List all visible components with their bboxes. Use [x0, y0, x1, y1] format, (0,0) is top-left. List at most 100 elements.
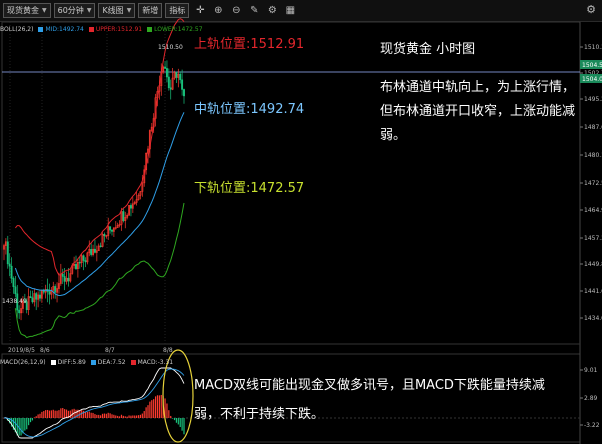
candle-body	[103, 234, 106, 237]
macd-bar	[60, 408, 62, 418]
candle-body	[29, 296, 32, 299]
macd-bar	[107, 412, 109, 418]
commentary: 现货黄金 小时图 布林通道中轨向上，为上涨行情， 但布林通道开口收窄，上涨动能减…	[380, 38, 575, 148]
macd-bar	[109, 413, 111, 418]
candle-body	[122, 211, 125, 221]
lower-band-annotation: 下轨位置:1472.57	[194, 181, 305, 196]
macd-bar	[173, 418, 176, 421]
commentary-line-2: 但布林通道开口收窄，上涨动能减	[380, 104, 576, 119]
macd-tick-label: 2.89	[584, 395, 598, 402]
price-tick-label: 1472.55	[584, 180, 602, 187]
boll-legend-name: BOLL(26,2)	[0, 26, 34, 33]
macd-bar	[153, 399, 155, 418]
macd-bar	[62, 408, 64, 418]
macd-bar	[170, 415, 172, 418]
macd-bar	[96, 414, 98, 418]
candle-body	[99, 245, 102, 247]
macd-bar	[179, 418, 181, 428]
macd-bar	[130, 415, 132, 418]
candle-body	[35, 293, 38, 300]
macd-bar	[101, 413, 104, 418]
candle-body	[167, 76, 170, 89]
macd-bar	[175, 418, 178, 423]
candle-body	[67, 277, 70, 282]
price-tick-label: 1510.30	[584, 44, 602, 51]
macd-bar	[56, 410, 58, 418]
macd-legend-diff: DIFF:5.89	[50, 359, 86, 366]
macd-bar	[24, 418, 26, 431]
candle-body	[18, 309, 21, 314]
candle-body	[63, 276, 66, 282]
macd-bar	[98, 414, 100, 418]
macd-bar	[118, 416, 121, 418]
macd-bar	[168, 410, 170, 418]
date-tick-label: 8/7	[105, 347, 115, 354]
macd-bar	[172, 418, 174, 419]
candle-body	[164, 66, 167, 69]
price-tag-1-label: 1504.50	[582, 62, 602, 69]
macd-bar	[69, 410, 71, 418]
macd-bar	[33, 417, 35, 418]
macd-bar	[151, 400, 153, 418]
candle-body	[179, 73, 182, 81]
macd-bar	[52, 409, 54, 418]
macd-commentary-line-1: MACD双线可能出现金叉做多讯号，且MACD下跌能量持续减	[194, 378, 545, 393]
macd-bar	[22, 418, 24, 434]
mid-band-annotation: 中轨位置:1492.74	[194, 102, 305, 117]
macd-bar	[177, 418, 179, 425]
macd-commentary-line-2: 弱，不利于持续下跌。	[194, 407, 325, 422]
macd-legend-name: MACD(26,12,9)	[0, 359, 46, 366]
macd-bar	[41, 411, 43, 418]
macd-bar	[126, 416, 128, 418]
boll-legend-mid: MID:1492.74	[38, 26, 84, 33]
candle-body	[175, 72, 178, 78]
candle-body	[48, 291, 51, 295]
candle-body	[6, 241, 9, 265]
macd-bar	[28, 418, 30, 426]
macd-commentary: MACD双线可能出现金叉做多讯号，且MACD下跌能量持续减 弱，不利于持续下跌。	[194, 371, 545, 429]
commentary-line-1: 布林通道中轨向上，为上涨行情，	[380, 80, 576, 95]
macd-bar	[158, 395, 160, 418]
candle-body	[54, 286, 57, 293]
date-tick-label: 2019/8/5	[8, 347, 35, 354]
macd-bar	[160, 394, 162, 418]
macd-bar	[29, 418, 32, 423]
macd-bar	[124, 416, 126, 418]
candle-body	[169, 87, 172, 90]
candle-body	[111, 229, 113, 232]
candle-body	[78, 262, 81, 264]
macd-legend-macd: MACD:-3.31	[130, 359, 173, 366]
candle-body	[165, 68, 168, 78]
candle-body	[8, 263, 11, 267]
candle-body	[12, 278, 15, 288]
candle-body	[109, 226, 112, 231]
price-tag-2-label: 1504.00	[582, 76, 602, 83]
low-price-label: 1438.49	[2, 298, 27, 305]
price-tick-label: 1457.35	[584, 235, 602, 242]
candle-body	[14, 286, 17, 295]
candle-body	[10, 265, 13, 279]
macd-bar	[48, 410, 51, 418]
macd-bar	[103, 413, 106, 418]
candle-body	[39, 294, 41, 299]
macd-bar	[145, 407, 147, 418]
macd-bar	[141, 413, 143, 418]
macd-bar	[86, 411, 88, 418]
macd-bar	[166, 403, 168, 418]
macd-bar	[139, 414, 142, 418]
date-tick-label: 8/6	[40, 347, 50, 354]
candle-body	[61, 273, 64, 277]
upper-band-line	[15, 18, 185, 276]
price-tick-label: 1449.80	[584, 261, 602, 268]
macd-bar	[54, 410, 56, 418]
macd-bar	[46, 409, 49, 418]
candle-body	[42, 290, 45, 293]
boll-legend: BOLL(26,2) MID:1492.74 UPPER:1512.91 LOW…	[0, 24, 208, 35]
macd-bar	[82, 410, 85, 418]
macd-bar	[154, 396, 157, 418]
macd-bar	[43, 411, 45, 418]
macd-bar	[31, 418, 34, 421]
commentary-line-3: 弱。	[380, 128, 407, 143]
boll-legend-lower: LOWER:1472.57	[147, 26, 203, 33]
macd-bar	[132, 415, 134, 418]
